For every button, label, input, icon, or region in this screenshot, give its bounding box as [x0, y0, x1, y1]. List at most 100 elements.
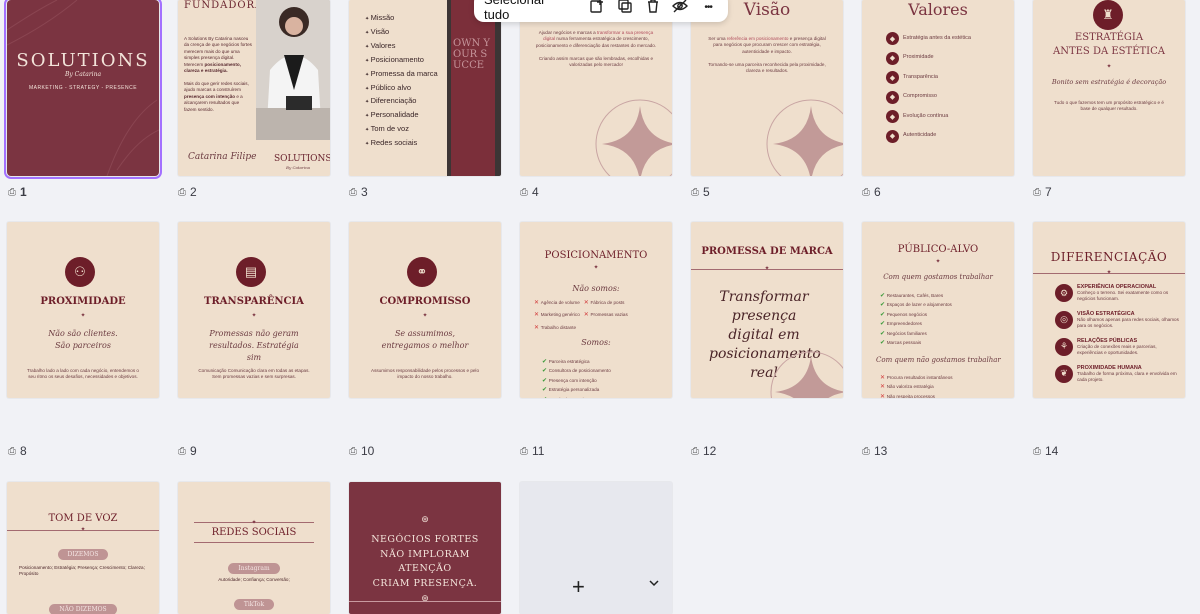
star-circle-icon: ⊛: [421, 593, 429, 603]
audience-script-yes: Com quem gostamos trabalhar: [883, 273, 993, 281]
yes-item-label: Presença com intenção: [548, 377, 597, 383]
yes-item: ✔ Estratégia personalizada: [542, 386, 611, 394]
select-all-button[interactable]: Selecionar tudo: [484, 0, 573, 22]
value-item: ◆ Transparência: [886, 71, 971, 84]
divider-line: [194, 542, 314, 543]
more-icon[interactable]: •••: [698, 2, 718, 13]
document-icon: ▤: [236, 257, 266, 287]
differentiation-icon: ⚙: [1055, 284, 1073, 302]
value-label: Autenticidade: [903, 132, 937, 139]
divider-star-icon: ✦: [80, 313, 86, 319]
index-list: ✦ Missão ✦ Visão ✦ Valores ✦ Posicionamento…: [365, 12, 438, 151]
proximity-text: Trabalho lado a lado com cada negócio, e…: [27, 368, 139, 380]
value-label: Evolução contínua: [903, 112, 949, 119]
differentiation-body: VISÃO ESTRATÉGICA Não olhamos apenas para…: [1077, 311, 1179, 330]
page-thumbnail-9[interactable]: ▤ TRANSPARÊNCIA ✦ Promessas não geram re…: [178, 222, 330, 398]
differentiation-body: PROXIMIDADE HUMANA Trabalho de forma próx…: [1077, 365, 1179, 384]
not-item: ✕ Marketing genérico: [534, 311, 580, 319]
value-item: ◆ Compromisso: [886, 90, 971, 104]
page-thumbnail-5[interactable]: Visão Ser uma referência em posicionamen…: [691, 0, 843, 176]
index-item-label: Público alvo: [370, 82, 412, 92]
page-thumbnail-3[interactable]: ✦ Missão ✦ Visão ✦ Valores ✦ Posicionamento…: [349, 0, 501, 176]
page-thumbnail-2[interactable]: FUNDADORA A Solutions By Catarina nasceu…: [178, 0, 330, 176]
differentiation-text: Trabalho de forma próxima, clara e envol…: [1077, 370, 1177, 382]
index-item-label: Personalidade: [370, 110, 419, 120]
audience-no-item: ✕ Procura resultados instantâneos: [880, 374, 953, 382]
page-thumbnail-11[interactable]: POSICIONAMENTO ✦ Não somos: ✕ Agência de…: [520, 222, 672, 398]
check-icon: ✔: [542, 368, 549, 375]
page-thumbnail-10[interactable]: ⚭ COMPROMISSO ✦ Se assumimos, entregamos…: [349, 222, 501, 398]
audience-no-label: Procura resultados instantâneos: [886, 375, 953, 380]
index-item: ✦ Promessa da marca: [365, 68, 438, 82]
audience-yes-item: ✔ Marcas pessoais: [880, 339, 952, 347]
star-decoration: [766, 99, 843, 176]
page-number-7: ⎙ 7: [1033, 185, 1052, 199]
strategy-icon: ♜: [1093, 0, 1123, 30]
differentiation-item: ❦ PROXIMIDADE HUMANA Trabalho de forma pró…: [1055, 364, 1179, 384]
strategy-subtitle: ANTES DA ESTÉTICA: [1052, 46, 1165, 57]
not-item-label: Fábrica de posts: [590, 300, 625, 305]
quote-line: CRIAM PRESENÇA.: [372, 577, 478, 589]
yes-item-label: Resultados consistentes: [549, 397, 599, 398]
page-number-11: ⎙ 11: [520, 444, 545, 458]
quote-line: NÃO IMPLORAM: [380, 548, 470, 560]
add-page-button[interactable]: +: [520, 482, 672, 614]
index-item-label: Diferenciação: [370, 96, 417, 106]
differentiation-body: RELAÇÕES PÚBLICAS Criação de conexões rea…: [1077, 338, 1179, 357]
audience-yes-label: Restaurantes, Cafés, Bares: [886, 293, 944, 298]
differentiation-item: ⚙ EXPERIÊNCIA OPERACIONAL Conheço o terren…: [1055, 284, 1179, 303]
page-number-12: ⎙ 12: [691, 444, 717, 458]
duplicate-icon[interactable]: [615, 0, 635, 17]
yes-item-label: Consultora de posicionamento: [548, 368, 611, 374]
say-text: Posicionamento; Estratégia; Presença; Cr…: [19, 565, 145, 577]
check-icon: ✔: [542, 377, 549, 384]
page-thumbnail-14[interactable]: DIFERENCIAÇÃO ✦ ⚙ EXPERIÊNCIA OPERACIONAL…: [1033, 222, 1185, 398]
check-icon: ✔: [880, 302, 887, 309]
book-photo: OWN YOUR SUCCE: [447, 0, 501, 176]
page-thumbnail-4[interactable]: Ajudar negócios e marcas a transformar a…: [520, 0, 672, 176]
chevron-down-icon[interactable]: [648, 576, 660, 592]
index-item-label: Redes sociais: [370, 138, 418, 148]
page-thumbnail-7[interactable]: ♜ ESTRATÉGIA ANTES DA ESTÉTICA ✦ Bonito …: [1033, 0, 1185, 176]
print-icon: ⎙: [691, 445, 699, 457]
page-thumbnail-12[interactable]: PROMESSA DE MARCA ✦ Transformar presença…: [691, 222, 843, 398]
tiktok-pill: TikTok: [178, 593, 330, 611]
page-thumbnail-6[interactable]: Valores ◆ Estratégia antes da estética ◆ Pr…: [862, 0, 1014, 176]
cross-icon: ✕: [880, 393, 887, 398]
page-number-4: ⎙ 4: [520, 185, 539, 199]
page-number-13: ⎙ 13: [862, 444, 888, 458]
print-icon: ⎙: [1033, 445, 1041, 457]
positioning-title: POSICIONAMENTO: [544, 250, 648, 261]
print-icon: ⎙: [1033, 186, 1041, 198]
yes-item: ✔ Presença com intenção: [542, 377, 611, 385]
transparency-title: TRANSPARÊNCIA: [204, 296, 304, 307]
quote-line: ATENÇÃO: [398, 563, 452, 574]
audience-title: PÚBLICO-ALVO: [897, 244, 979, 255]
promise-title: PROMESSA DE MARCA: [701, 246, 833, 257]
add-page-icon[interactable]: [587, 0, 607, 17]
trash-icon[interactable]: [643, 0, 663, 17]
hide-icon[interactable]: [670, 0, 690, 17]
page-thumbnail-13[interactable]: PÚBLICO-ALVO ✦ Com quem gostamos trabalh…: [862, 222, 1014, 398]
page-thumbnail-16[interactable]: ✦ REDES SOCIAIS Instagram Autoridade; Co…: [178, 482, 330, 614]
strategy-script: Bonito sem estratégia é decoração: [1051, 78, 1167, 86]
index-item-label: Posicionamento: [370, 54, 424, 64]
print-icon: ⎙: [349, 186, 357, 198]
page-thumbnail-1[interactable]: SOLUTIONS By Catarina MARKETING - STRATE…: [4, 0, 162, 179]
page-thumbnail-17[interactable]: ⊛ NEGÓCIOS FORTES NÃO IMPLORAM ATENÇÃO CRIA…: [349, 482, 501, 614]
plus-icon[interactable]: +: [572, 574, 585, 600]
differentiation-list: ⚙ EXPERIÊNCIA OPERACIONAL Conheço o terren…: [1055, 284, 1179, 391]
cross-icon: ✕: [534, 324, 541, 331]
page-thumbnail-8[interactable]: ⚇ PROXIMIDADE ✦ Não são clientes. São pa…: [7, 222, 159, 398]
page-thumbnail-15[interactable]: TOM DE VOZ ✦ DIZEMOS Posicionamento; Est…: [7, 482, 159, 614]
instagram-text: Autoridade; Confiança; Conversão;: [218, 577, 290, 582]
page-number-9: ⎙ 9: [178, 444, 197, 458]
audience-no-label: Não respeita processos: [886, 393, 935, 398]
check-icon: ✔: [880, 311, 887, 318]
commitment-script: Se assumimos, entregamos o melhor: [381, 329, 469, 350]
page-number-5: ⎙ 5: [691, 185, 710, 199]
index-item: ✦ Público alvo: [365, 82, 438, 96]
audience-yes-label: Espaços de lazer e alojamentos: [886, 302, 952, 308]
check-icon: ✔: [880, 321, 887, 328]
index-item-label: Valores: [370, 40, 396, 50]
